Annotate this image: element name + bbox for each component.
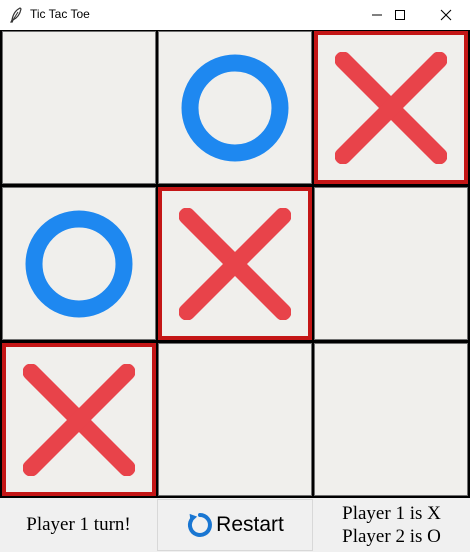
board-cell-r3-c1[interactable] — [2, 343, 156, 496]
x-mark-icon — [23, 363, 135, 476]
x-mark-icon — [179, 207, 291, 320]
restart-icon — [188, 513, 213, 537]
player1-label: Player 1 is X — [342, 503, 441, 524]
maximize-icon — [395, 10, 405, 20]
game-board — [0, 30, 470, 498]
board-cell-r2-c2[interactable] — [158, 187, 312, 340]
restart-button[interactable]: Restart — [157, 499, 313, 551]
player-legend: Player 1 is X Player 2 is O — [313, 498, 470, 552]
o-mark-icon — [25, 210, 133, 317]
status-bar: Player 1 turn! Restart Player 1 is X Pla… — [0, 498, 470, 552]
board-cell-r3-c2[interactable] — [158, 343, 312, 496]
board-cell-r2-c3[interactable] — [314, 187, 468, 340]
o-mark-icon — [181, 54, 289, 161]
player2-label: Player 2 is O — [342, 526, 441, 547]
restart-label: Restart — [216, 513, 284, 536]
window-title: Tic Tac Toe — [30, 7, 90, 21]
board-cell-r1-c2[interactable] — [158, 31, 312, 184]
feather-icon — [9, 7, 23, 23]
board-cell-r2-c1[interactable] — [2, 187, 156, 340]
turn-indicator: Player 1 turn! — [26, 514, 131, 535]
board-cell-r1-c1[interactable] — [2, 31, 156, 184]
board-cell-r3-c3[interactable] — [314, 343, 468, 496]
title-bar[interactable]: Tic Tac Toe — [0, 0, 470, 30]
maximize-button[interactable] — [377, 0, 423, 30]
close-icon — [440, 9, 452, 21]
board-cell-r1-c3[interactable] — [314, 31, 468, 184]
app-window: Tic Tac Toe Player 1 turn! Restart Playe… — [0, 0, 470, 552]
x-mark-icon — [335, 51, 447, 164]
close-button[interactable] — [423, 0, 469, 30]
